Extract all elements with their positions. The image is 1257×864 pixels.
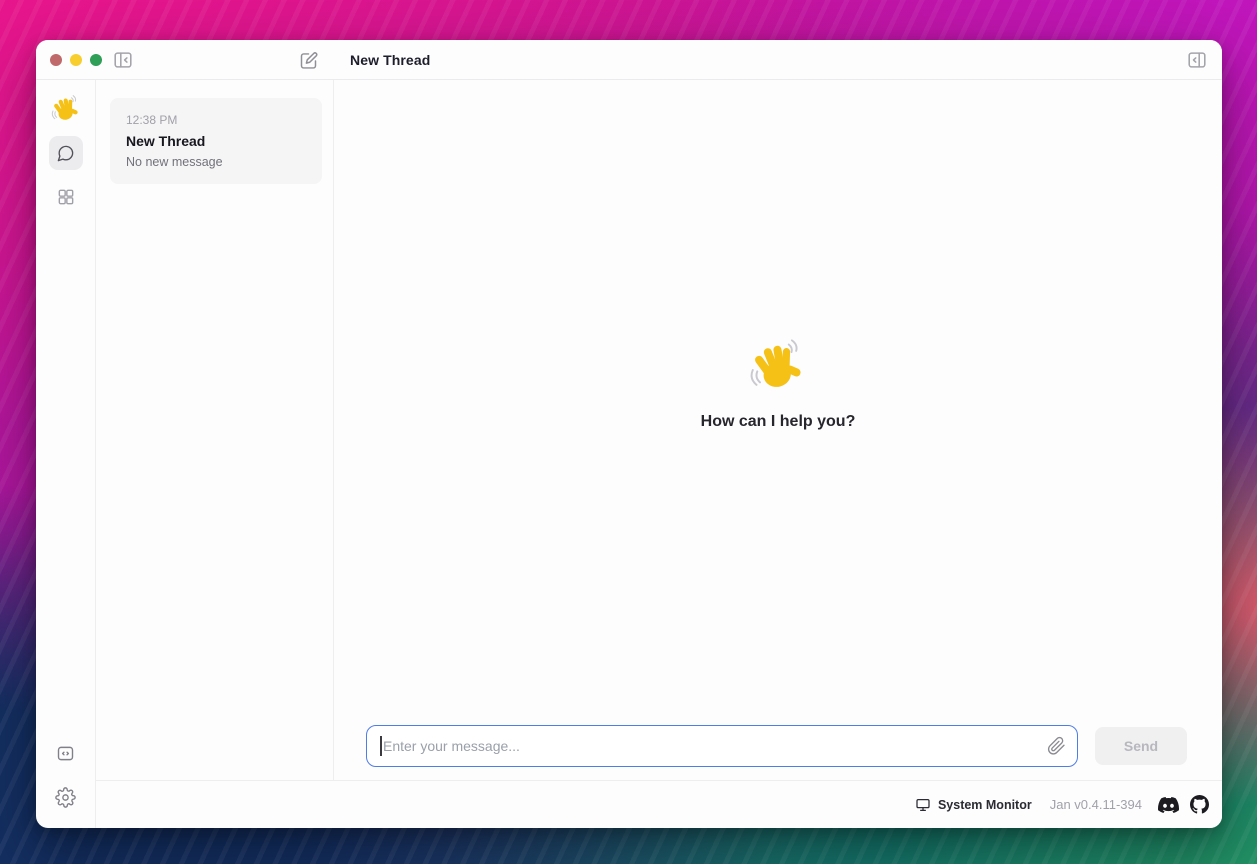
compose-icon [298,50,319,71]
system-monitor-label: System Monitor [938,798,1032,812]
sidebar-item-threads[interactable] [49,136,83,170]
new-thread-button[interactable] [296,40,321,80]
sidebar-item-hub[interactable] [49,180,83,214]
api-server-icon [55,743,76,764]
panel-collapse-left-icon [112,49,134,71]
thread-timestamp: 12:38 PM [126,113,306,127]
sidebar-item-local-api-server[interactable] [49,736,83,770]
zoom-window-button[interactable] [90,54,102,66]
text-caret [380,736,382,756]
minimize-window-button[interactable] [70,54,82,66]
message-input-container [366,725,1078,767]
attach-file-button[interactable] [1047,737,1066,756]
jan-app-window: New Thread [36,40,1222,828]
message-input[interactable] [366,725,1078,767]
thread-list-item[interactable]: 12:38 PM New Thread No new message [110,98,322,184]
monitor-icon [915,797,931,813]
gear-icon [55,787,76,808]
window-titlebar: New Thread [36,40,1222,80]
waving-hand-icon [51,95,81,125]
app-version: Jan v0.4.11-394 [1050,797,1142,812]
github-icon [1190,795,1209,814]
jan-logo-wave[interactable] [50,94,82,126]
toggle-right-panel-button[interactable] [1184,40,1210,80]
greeting-text: How can I help you? [701,413,856,431]
message-composer: Send [334,725,1222,780]
empty-thread-greeting: How can I help you? [334,80,1222,725]
waving-hand-icon [749,339,807,397]
discord-icon [1158,797,1179,813]
desktop-wallpaper: New Thread [0,0,1257,864]
close-window-button[interactable] [50,54,62,66]
github-link[interactable] [1190,795,1209,814]
thread-item-title: New Thread [126,133,306,149]
thread-list-panel: 12:38 PM New Thread No new message [96,80,334,780]
chat-bubble-icon [56,144,75,163]
chat-main-area: How can I help you? [334,80,1222,780]
thread-last-message: No new message [126,155,306,169]
window-controls [50,40,102,80]
panel-collapse-right-icon [1186,49,1208,71]
sidebar-item-settings[interactable] [49,780,83,814]
grid-icon [56,187,76,207]
left-icon-rail [36,80,96,828]
active-thread-title: New Thread [350,40,430,80]
toggle-left-panel-button[interactable] [110,40,136,80]
discord-link[interactable] [1158,797,1179,813]
system-monitor-button[interactable]: System Monitor [915,797,1032,813]
paperclip-icon [1047,737,1066,756]
status-bar: System Monitor Jan v0.4.11-394 [96,780,1222,828]
send-button[interactable]: Send [1095,727,1187,765]
